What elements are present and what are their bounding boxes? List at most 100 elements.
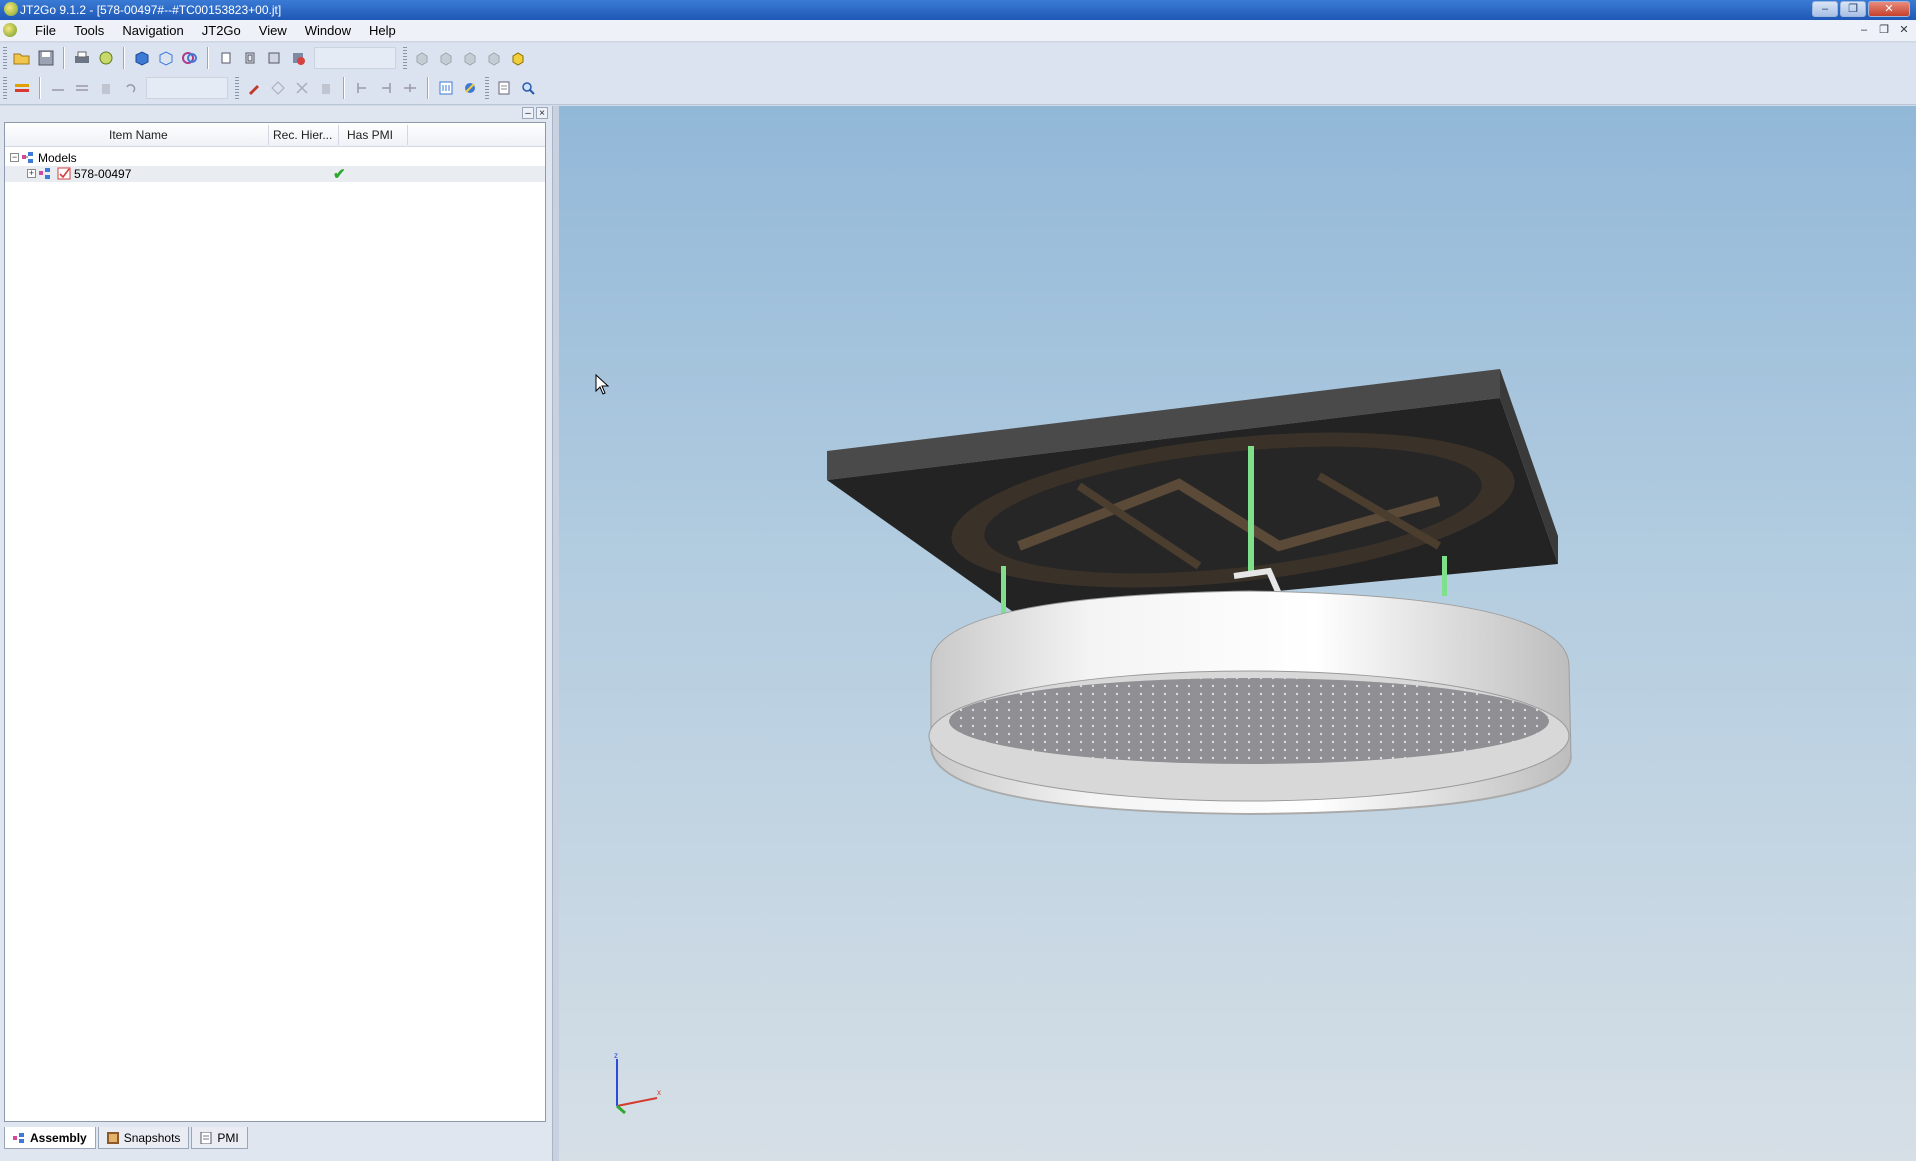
3d-viewport[interactable]: z x (559, 106, 1916, 1161)
menu-window[interactable]: Window (296, 23, 360, 38)
toolbar-separator (207, 47, 209, 69)
toolbar-separator (343, 77, 345, 99)
mouse-cursor-icon (595, 374, 610, 395)
close-button[interactable]: ✕ (1868, 1, 1910, 17)
snapshots-tab-icon (106, 1131, 119, 1144)
title-bar: JT2Go 9.1.2 - [578-00497#--#TC00153823+0… (0, 0, 1916, 20)
column-has-pmi[interactable]: Has PMI (347, 128, 393, 142)
shaded-view-icon[interactable] (131, 47, 153, 69)
pmi-tab-icon (200, 1131, 212, 1144)
column-divider[interactable] (268, 125, 269, 145)
tab-snapshots[interactable]: Snapshots (97, 1127, 190, 1149)
panel-splitter[interactable] (552, 106, 559, 1161)
toolbar-area (0, 43, 1916, 105)
ceiling-plate[interactable] (827, 369, 1558, 616)
models-assembly-icon (21, 151, 35, 164)
section-offset-icon[interactable] (399, 77, 421, 99)
round-shower-head[interactable] (928, 590, 1572, 816)
section-flip-icon[interactable] (375, 77, 397, 99)
minimize-button[interactable]: – (1812, 1, 1838, 17)
print-icon[interactable] (71, 47, 93, 69)
assembly-panel: – × Item Name Rec. Hier... Has PMI − Mod… (0, 106, 552, 1161)
menu-help[interactable]: Help (360, 23, 405, 38)
assembly-tree: Item Name Rec. Hier... Has PMI − Models … (4, 122, 546, 1122)
open-file-icon[interactable] (11, 47, 33, 69)
pmi-display-icon[interactable] (11, 77, 33, 99)
tab-label: Snapshots (123, 1130, 181, 1145)
toolbar-separator (39, 77, 41, 99)
explode-view-icon[interactable] (459, 77, 481, 99)
panel-pin-button[interactable]: – (522, 107, 534, 119)
toolbar-separator (427, 77, 429, 99)
toolbar-empty-slot (314, 47, 396, 69)
pmi-flag-icon (57, 167, 71, 180)
save-icon[interactable] (35, 47, 57, 69)
toolbar-grip[interactable] (3, 47, 7, 69)
tab-label: PMI (217, 1130, 239, 1145)
reset-view-icon[interactable] (287, 47, 309, 69)
window-controls: – ❐ ✕ (1812, 1, 1910, 17)
column-divider[interactable] (338, 125, 339, 145)
delete-measure-icon[interactable] (95, 77, 117, 99)
expand-toggle[interactable]: + (27, 169, 36, 178)
toolbar-grip[interactable] (3, 77, 7, 99)
front-view-icon[interactable] (215, 47, 237, 69)
zoom-search-icon[interactable] (517, 77, 539, 99)
tab-assembly[interactable]: Assembly (4, 1127, 96, 1149)
window-title: JT2Go 9.1.2 - [578-00497#--#TC00153823+0… (20, 3, 282, 17)
section-plane-icon[interactable] (351, 77, 373, 99)
hidden-line-icon[interactable] (179, 47, 201, 69)
tree-row-models[interactable]: − Models (5, 150, 545, 166)
standard-view-bottom-icon[interactable] (483, 47, 505, 69)
collapse-toggle[interactable]: − (10, 153, 19, 162)
side-view-icon[interactable] (239, 47, 261, 69)
top-view-icon[interactable] (263, 47, 285, 69)
properties-panel-icon[interactable] (435, 77, 457, 99)
toolbar-grip[interactable] (485, 77, 489, 99)
document-minimize-button[interactable]: – (1856, 23, 1872, 38)
print-preview-icon[interactable] (493, 77, 515, 99)
isometric-view-icon[interactable] (507, 47, 529, 69)
tree-row-578-00497[interactable]: + 578-00497 ✔ (5, 166, 545, 183)
standard-view-back-icon[interactable] (459, 47, 481, 69)
column-item-name[interactable]: Item Name (109, 128, 168, 142)
menu-file[interactable]: File (26, 23, 65, 38)
standard-view-left-icon[interactable] (411, 47, 433, 69)
markup-erase-icon[interactable] (291, 77, 313, 99)
markup-shape-icon[interactable] (267, 77, 289, 99)
jt2go-help-icon[interactable] (95, 47, 117, 69)
menu-tools[interactable]: Tools (65, 23, 113, 38)
tab-pmi[interactable]: PMI (191, 1127, 248, 1149)
column-rec-hier[interactable]: Rec. Hier... (273, 128, 332, 142)
document-restore-button[interactable]: ❐ (1876, 23, 1892, 38)
shower-head-model[interactable] (559, 106, 1916, 1161)
markup-pen-icon[interactable] (243, 77, 265, 99)
tree-item-label: 578-00497 (74, 167, 132, 181)
assembly-tab-icon (13, 1132, 25, 1144)
panel-close-button[interactable]: × (536, 107, 548, 119)
document-close-button[interactable]: ✕ (1896, 23, 1912, 38)
menu-list: File Tools Navigation JT2Go View Window … (26, 23, 405, 38)
toolbar-grip[interactable] (235, 77, 239, 99)
panel-tabs: Assembly Snapshots PMI (4, 1127, 250, 1149)
tree-item-label: Models (38, 151, 77, 165)
part-assembly-icon (38, 167, 52, 180)
maximize-button[interactable]: ❐ (1840, 1, 1866, 17)
x-axis-label: x (657, 1088, 661, 1097)
jt2go-app-icon[interactable] (4, 2, 18, 16)
document-system-menu-icon[interactable] (3, 23, 17, 37)
markup-delete-icon[interactable] (315, 77, 337, 99)
undo-icon[interactable] (119, 77, 141, 99)
wireframe-view-icon[interactable] (155, 47, 177, 69)
document-window-controls: – ❐ ✕ (1856, 23, 1912, 38)
menu-navigation[interactable]: Navigation (113, 23, 192, 38)
measure-distance-icon[interactable] (71, 77, 93, 99)
menu-view[interactable]: View (250, 23, 296, 38)
menu-bar: File Tools Navigation JT2Go View Window … (0, 20, 1916, 42)
measure-line-icon[interactable] (47, 77, 69, 99)
menu-jt2go[interactable]: JT2Go (193, 23, 250, 38)
toolbar-row-2 (0, 73, 540, 103)
toolbar-grip[interactable] (403, 47, 407, 69)
standard-view-right-icon[interactable] (435, 47, 457, 69)
column-divider[interactable] (407, 125, 408, 145)
